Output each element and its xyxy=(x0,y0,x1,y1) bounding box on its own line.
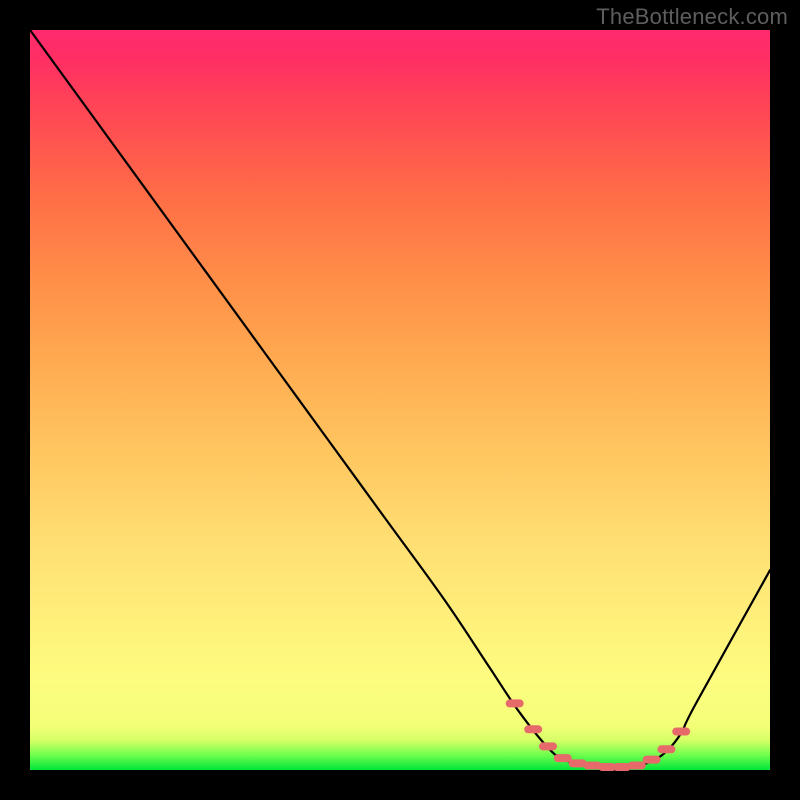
plot-area xyxy=(30,30,770,770)
chart-svg xyxy=(30,30,770,770)
bottleneck-curve-line xyxy=(30,30,770,768)
watermark-text: TheBottleneck.com xyxy=(596,4,788,30)
chart-frame: TheBottleneck.com xyxy=(0,0,800,800)
